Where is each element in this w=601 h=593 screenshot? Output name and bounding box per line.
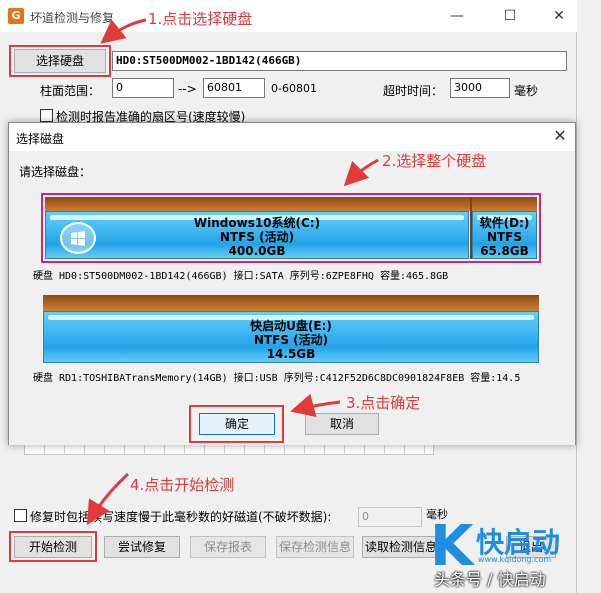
annotation-2: 2.选择整个硬盘: [382, 152, 487, 170]
arrow-2: [343, 158, 379, 187]
brand-url: www.kqidong.com: [478, 555, 552, 564]
annotation-3: 3.点击确定: [346, 394, 421, 412]
annotation-4: 4.点击开始检测: [130, 476, 235, 494]
annotation-1: 1.点击选择硬盘: [148, 10, 253, 28]
annotation-arrows: [86, 18, 379, 526]
watermark-caption: 头条号 / 快启动: [434, 570, 546, 589]
arrow-3: [290, 393, 341, 418]
arrow-4: [86, 472, 130, 526]
arrow-1: [100, 18, 147, 44]
